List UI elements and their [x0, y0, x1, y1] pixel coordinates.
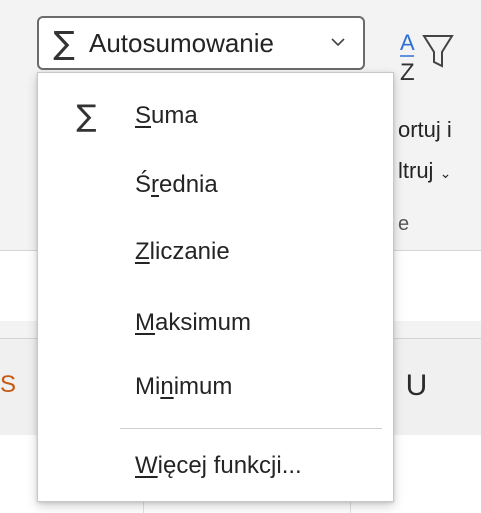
autosum-dropdown-menu: ∑ Suma Średnia Zliczanie Maksimum Minimu…	[37, 72, 394, 502]
sort-filter-icon[interactable]: A Z	[398, 28, 468, 88]
menu-item-label: Suma	[135, 102, 198, 129]
menu-item-label: Zliczanie	[135, 238, 230, 265]
sigma-icon: ∑	[76, 98, 97, 134]
menu-item-maksimum[interactable]: Maksimum	[38, 292, 393, 354]
menu-item-minimum[interactable]: Minimum	[38, 356, 393, 418]
chevron-down-icon[interactable]	[331, 34, 345, 52]
menu-item-srednia[interactable]: Średnia	[38, 154, 393, 216]
menu-item-wiecej-funkcji[interactable]: Więcej funkcji...	[38, 435, 393, 497]
menu-item-label: Maksimum	[135, 309, 252, 336]
sort-filter-label-line2[interactable]: ltruj ⌄	[398, 158, 451, 184]
autosum-button[interactable]: ∑ Autosumowanie	[37, 16, 365, 70]
chevron-down-icon: ⌄	[439, 165, 452, 181]
menu-item-suma[interactable]: ∑ Suma	[38, 85, 393, 147]
sort-filter-label-line1[interactable]: ortuj i	[398, 117, 452, 143]
menu-item-label: Minimum	[135, 373, 233, 400]
svg-text:Z: Z	[400, 59, 415, 86]
autosum-label: Autosumowanie	[89, 27, 274, 58]
menu-item-zliczanie[interactable]: Zliczanie	[38, 221, 393, 283]
menu-item-label: Więcej funkcji...	[135, 452, 302, 479]
column-header-partial[interactable]: S	[0, 372, 16, 398]
svg-text:A: A	[400, 30, 415, 55]
sigma-icon: ∑	[53, 24, 75, 62]
menu-item-label: Średnia	[135, 171, 218, 198]
group-label-partial: e	[398, 213, 410, 235]
menu-separator	[120, 428, 382, 429]
